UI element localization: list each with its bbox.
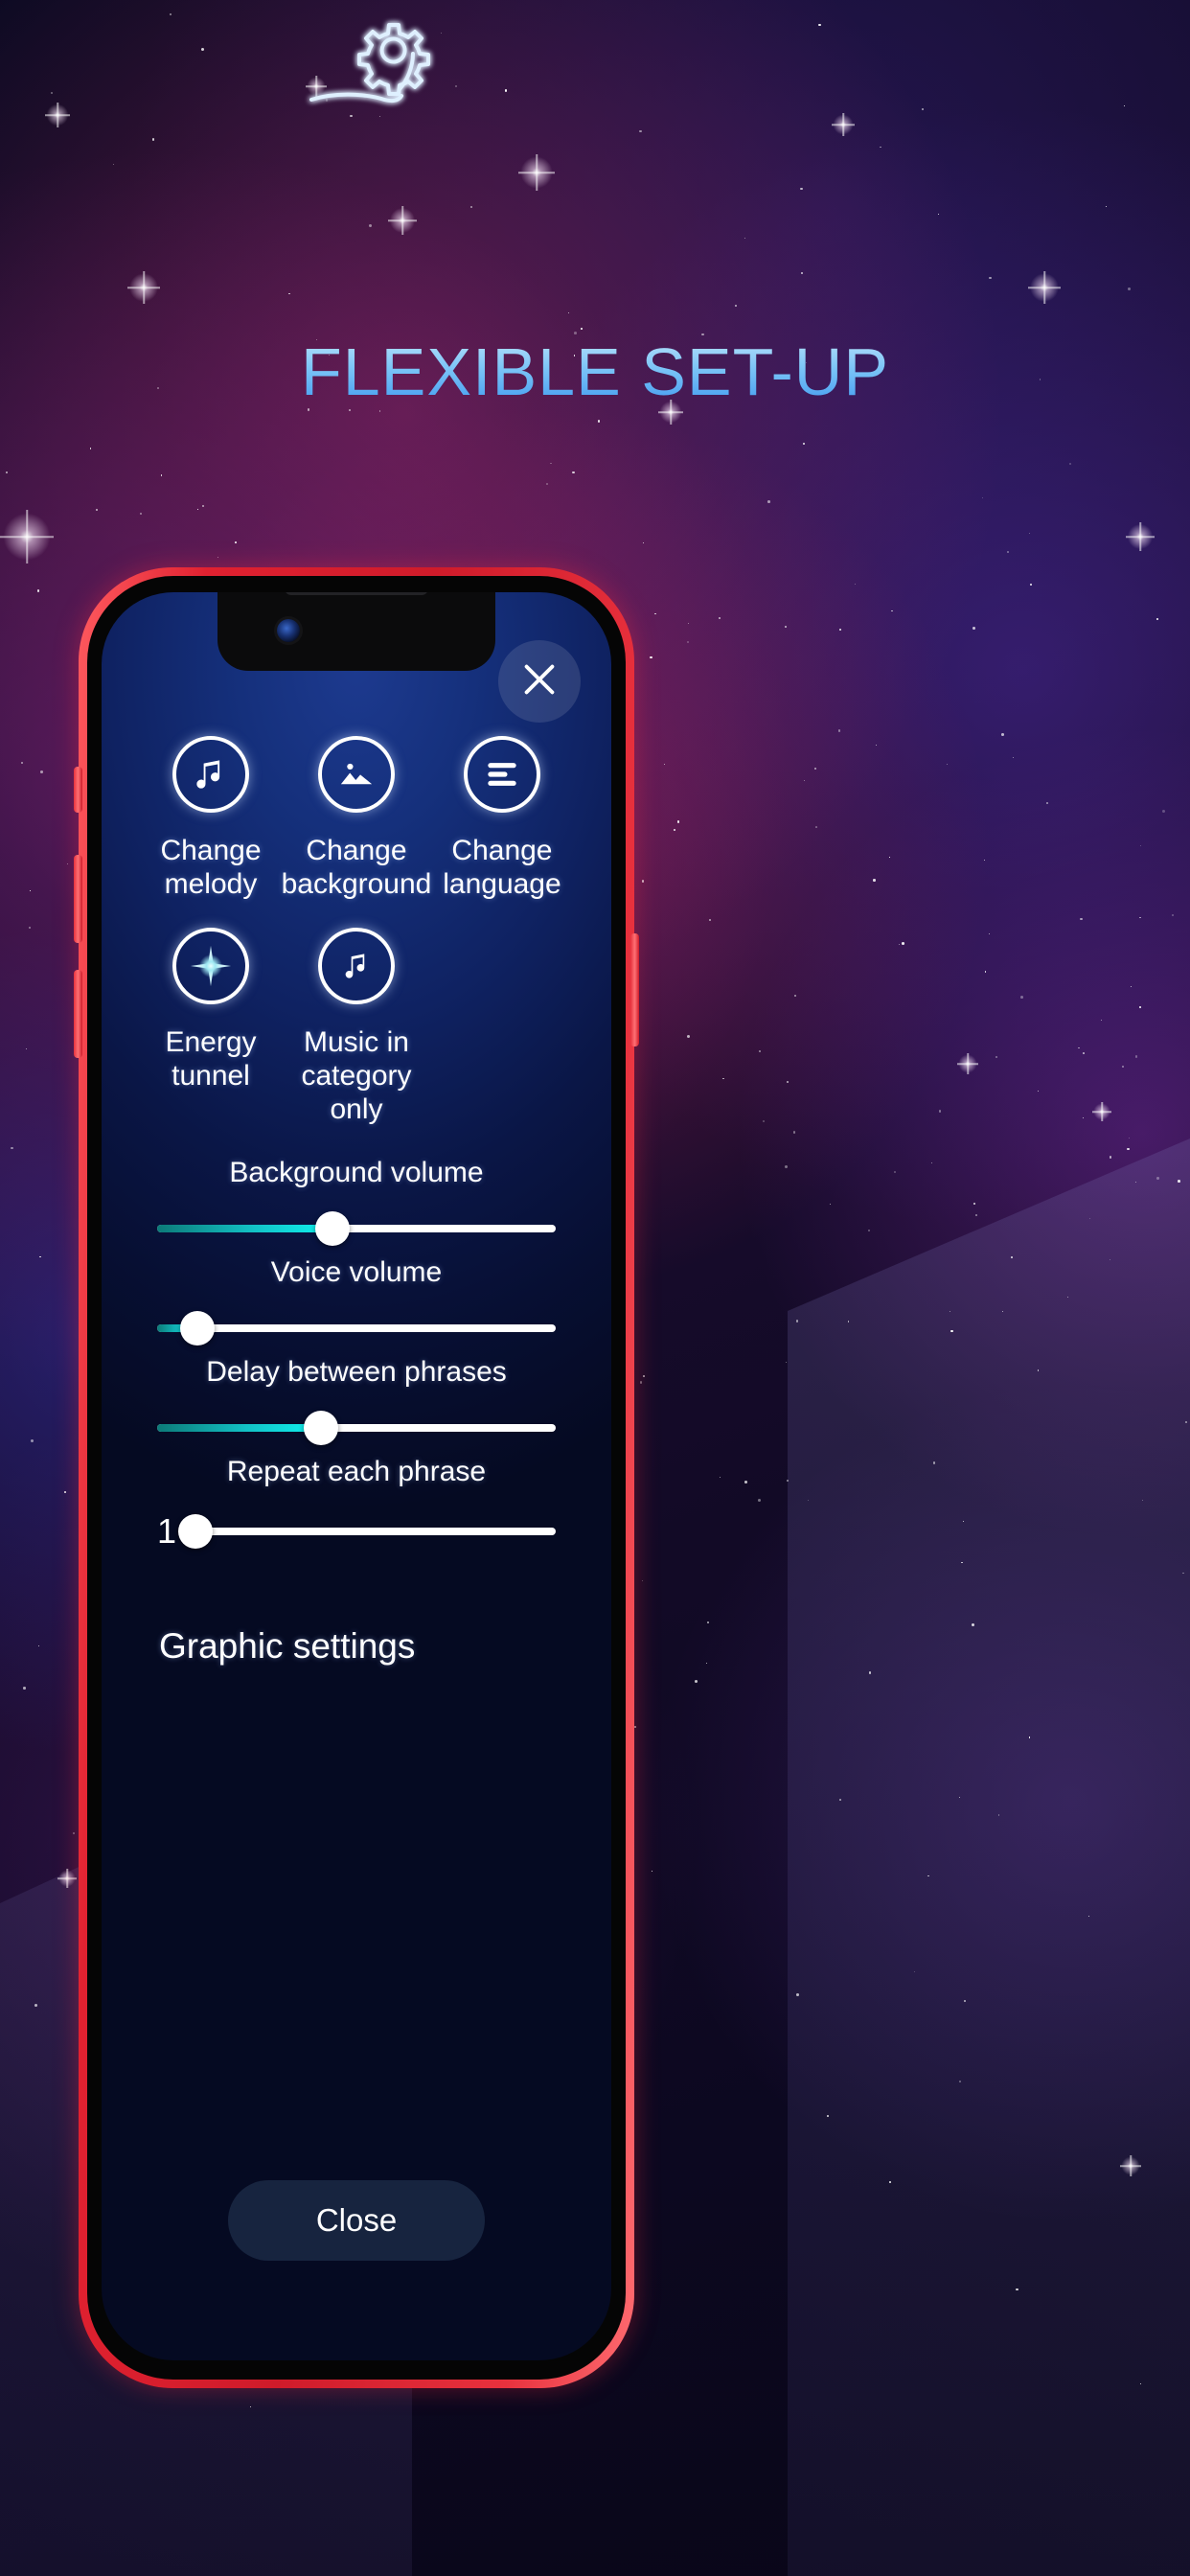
close-x-icon [517,657,561,706]
sparkle-star-icon [172,928,249,1005]
slider-label: Repeat each phrase [226,1456,487,1488]
slider-row[interactable]: 1 [125,1511,588,1552]
earpiece-speaker [285,592,428,595]
option-label-line1: Energy [165,1026,257,1059]
music-note-icon [172,736,249,813]
slider-label: Delay between phrases [206,1356,507,1389]
option-change-language[interactable]: Change language [429,736,575,901]
music-note-icon [317,928,395,1005]
phone-bezel: Change melody Change background Change l… [87,576,626,2380]
slider-track-base [157,1324,556,1333]
phone-notch [217,592,495,671]
option-label-line1: Change [306,835,407,866]
option-energy-tunnel[interactable]: Energy tunnel [138,928,284,1126]
slider-track-fill [157,1225,333,1233]
option-label-line1: Change [160,835,262,866]
option-music-in-category-only[interactable]: Music in category only [284,928,429,1126]
silent-switch[interactable] [74,767,82,813]
phone-screen: Change melody Change background Change l… [102,592,611,2360]
option-label-line2: background [281,868,432,901]
slider-row[interactable] [125,1211,588,1247]
slider-thumb[interactable] [179,1311,215,1346]
slider-delay-between-phrases: Delay between phrases [125,1356,588,1452]
image-icon [317,736,395,813]
slider-thumb[interactable] [315,1211,351,1247]
text-lines-icon [463,736,540,813]
close-button-container: Close [102,2180,611,2261]
slider-repeat-each-phrase: Repeat each phrase 1 [125,1456,588,1559]
option-label-line1: Music in [303,1026,409,1059]
slider-row[interactable] [125,1311,588,1346]
option-label-line2: tunnel [172,1060,250,1092]
slider-track[interactable] [157,1311,556,1346]
front-camera-icon [277,619,300,642]
option-label-line2: melody [164,868,258,901]
close-dialog-button[interactable] [498,640,581,723]
slider-voice-volume: Voice volume [125,1256,588,1352]
volume-up-button[interactable] [74,855,82,943]
phone-mockup: Change melody Change background Change l… [74,567,639,2388]
settings-option-grid: Change melody Change background Change l… [125,736,588,1153]
slider-track[interactable] [157,1411,556,1446]
close-button[interactable]: Close [228,2180,485,2261]
slider-row[interactable] [125,1411,588,1446]
gear-with-9-icon [276,10,468,125]
slider-label: Background volume [229,1157,484,1189]
volume-down-button[interactable] [74,970,82,1058]
option-grid-spacer [429,928,575,1126]
power-button[interactable] [630,933,639,1046]
slider-track[interactable] [178,1514,556,1550]
option-label-line2: category only [301,1060,412,1126]
option-label-line1: Change [451,835,553,866]
slider-track[interactable] [157,1211,556,1247]
option-change-melody[interactable]: Change melody [138,736,284,901]
slider-thumb[interactable] [178,1514,213,1550]
slider-track-fill [157,1424,321,1433]
slider-thumb[interactable] [303,1411,338,1446]
slider-label: Voice volume [270,1256,443,1289]
graphic-settings-link[interactable]: Graphic settings [125,1626,588,1667]
slider-background-volume: Background volume [125,1157,588,1253]
background-terrain-right [788,1138,1190,2576]
settings-dialog: Change melody Change background Change l… [102,592,611,2360]
slider-track-base [195,1528,556,1536]
page-title: FLEXIBLE SET-UP [0,334,1190,410]
option-label-line2: language [443,868,561,901]
option-change-background[interactable]: Change background [281,736,432,901]
